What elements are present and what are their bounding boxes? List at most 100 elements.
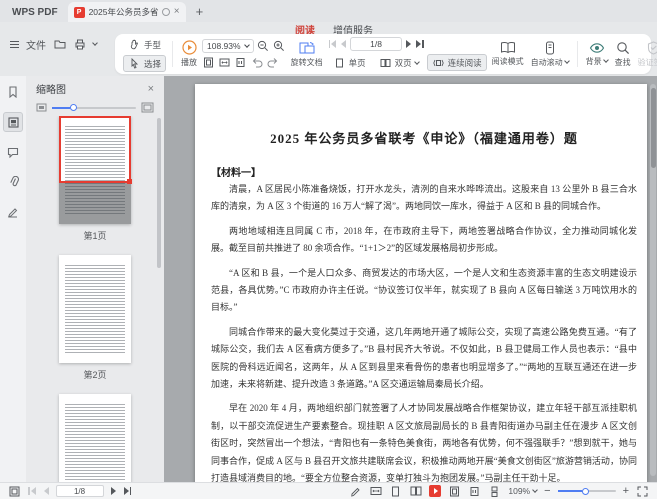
thumbnail-panel: 缩略图 × 第1页 第2页 第3页 [26, 76, 164, 482]
zoom-level-select[interactable]: 108.93% [202, 39, 254, 53]
bookmark-icon [8, 86, 18, 98]
document-title: 2025 年公务员多省联考《申论》（福建通用卷）题 [211, 128, 637, 147]
annotate-pen-icon[interactable] [349, 485, 362, 498]
verify-signature-button: 验证签名 [636, 40, 657, 69]
single-page-icon [333, 56, 346, 69]
thumbnail-list: 第1页 第2页 第3页 [26, 116, 164, 482]
background-button[interactable]: 背景 [584, 41, 610, 68]
attachments-panel-button[interactable] [3, 172, 23, 192]
thumb-size-small-icon [36, 103, 47, 112]
auto-scroll-chevron-icon [564, 58, 570, 64]
viewport-rect[interactable] [59, 116, 131, 183]
thumbnail-label: 第1页 [83, 229, 106, 242]
paragraph: “A 区和 B 县，一个是人口众多、商贸发达的市场大区，一个是人文和生态资源丰富… [211, 265, 637, 317]
sb-next-page-icon[interactable] [110, 486, 117, 496]
document-viewport[interactable]: 2025 年公务员多省联考《申论》（福建通用卷）题 【材料一】 清晨，A 区居民… [164, 76, 657, 482]
paragraph: 早在 2020 年 4 月，两地组织部门就签署了人才协同发展战略合作框架协议，建… [211, 400, 637, 482]
zoom-chevron-icon [244, 42, 250, 48]
redo-icon[interactable] [266, 56, 279, 69]
tab-sync-icon [162, 8, 170, 16]
sb-prev-page-icon[interactable] [43, 486, 50, 496]
select-tool-button[interactable]: 选择 [123, 55, 166, 72]
double-page-chevron-icon [414, 59, 420, 65]
continuous-read-button[interactable]: 连续阅读 [427, 54, 487, 71]
statusbar: 109% − + [0, 482, 657, 499]
undo-icon[interactable] [250, 56, 263, 69]
section-heading: 【材料一】 [211, 164, 637, 179]
comments-panel-button[interactable] [3, 142, 23, 162]
fullscreen-icon[interactable] [636, 485, 649, 498]
first-page-icon[interactable] [328, 39, 338, 49]
fit-width-icon[interactable] [218, 56, 231, 69]
document-scrollbar[interactable] [650, 84, 656, 476]
actual-size-icon[interactable] [234, 56, 247, 69]
thumbnail-page-3[interactable]: 第3页 [26, 394, 164, 482]
thumbnail-page-2[interactable]: 第2页 [26, 255, 164, 381]
slideshow-play-button[interactable] [429, 485, 441, 497]
hand-icon [128, 38, 141, 51]
eye-icon [589, 42, 605, 54]
rotate-document-button[interactable]: 旋转文档 [289, 40, 325, 69]
pdf-file-icon: P [74, 7, 85, 18]
verify-signature-icon [647, 41, 657, 55]
sb-double-page-icon[interactable] [409, 485, 422, 498]
reading-mode-button[interactable]: 阅读模式 [490, 40, 526, 68]
sidebar-icon-strip [0, 76, 26, 482]
zoom-minus-button[interactable]: − [544, 485, 550, 497]
more-tools-chevron-icon[interactable] [92, 40, 98, 46]
auto-scroll-button[interactable]: 自动滚动 [529, 40, 571, 69]
sb-actual-size-icon[interactable] [468, 485, 481, 498]
sb-zoom-level-select[interactable]: 109% [508, 486, 537, 496]
paragraph: 清晨，A 区居民小陈准备烧饭，打开水龙头，清洌的自来水哗哗流出。这股来自 13 … [211, 181, 637, 216]
sb-last-page-icon[interactable] [123, 486, 133, 496]
play-icon [182, 40, 197, 55]
viewport-resize-handle[interactable] [127, 179, 132, 184]
menu-left: 文件 [10, 36, 97, 52]
thumbnail-page-1[interactable]: 第1页 [26, 116, 164, 242]
hand-tool-button[interactable]: 手型 [123, 36, 166, 53]
sb-first-page-icon[interactable] [27, 486, 37, 496]
file-menu[interactable]: 文件 [26, 37, 46, 52]
sb-page-number-input[interactable] [56, 485, 104, 497]
sb-fit-page-icon[interactable] [448, 485, 461, 498]
zoom-slider[interactable] [558, 490, 616, 492]
bookmarks-panel-button[interactable] [3, 82, 23, 102]
paragraph: 同城合作带来的最大变化莫过于交通，这几年两地开通了城际公交，实现了高速公路免费互… [211, 324, 637, 394]
sb-continuous-icon[interactable] [488, 485, 501, 498]
last-page-icon[interactable] [415, 39, 425, 49]
next-page-icon[interactable] [405, 39, 412, 49]
print-icon[interactable] [73, 38, 86, 51]
app-logo: WPS PDF [0, 7, 68, 22]
thumbnail-size-slider[interactable] [52, 107, 136, 109]
page-number-input[interactable] [350, 37, 402, 51]
single-page-button[interactable]: 单页 [328, 54, 371, 71]
panel-close-icon[interactable]: × [148, 83, 154, 95]
paperclip-icon [8, 176, 19, 188]
document-tab-title: 2025年公务员多省联考《申论… [89, 6, 158, 18]
thumb-size-large-icon [141, 102, 154, 113]
zoom-out-icon[interactable] [257, 40, 270, 53]
thumbnail-panel-title: 缩略图 [36, 81, 66, 96]
zoom-plus-button[interactable]: + [623, 485, 629, 497]
comment-icon [7, 147, 19, 158]
titlebar: WPS PDF P 2025年公务员多省联考《申论… × + [0, 0, 657, 22]
prev-page-icon[interactable] [340, 39, 347, 49]
sb-single-page-icon[interactable] [389, 485, 402, 498]
signature-panel-button[interactable] [3, 202, 23, 222]
fit-page-icon[interactable] [202, 56, 215, 69]
sb-fit-width-icon[interactable] [369, 485, 382, 498]
play-button[interactable]: 播放 [179, 39, 199, 69]
open-folder-icon[interactable] [53, 38, 66, 51]
double-page-button[interactable]: 双页 [374, 54, 424, 71]
zoom-in-icon[interactable] [273, 40, 286, 53]
continuous-read-icon [432, 56, 445, 69]
thumbnail-scrollbar[interactable] [157, 118, 161, 268]
content-area: 缩略图 × 第1页 第2页 第3页 [0, 76, 657, 482]
page-layout-icon[interactable] [8, 485, 21, 498]
thumbnails-panel-button[interactable] [3, 112, 23, 132]
tab-close-icon[interactable]: × [174, 7, 180, 17]
hamburger-menu-icon[interactable] [10, 41, 19, 48]
find-button[interactable]: 查找 [613, 40, 633, 69]
document-tab[interactable]: P 2025年公务员多省联考《申论… × [68, 2, 186, 22]
new-tab-button[interactable]: + [186, 4, 214, 22]
